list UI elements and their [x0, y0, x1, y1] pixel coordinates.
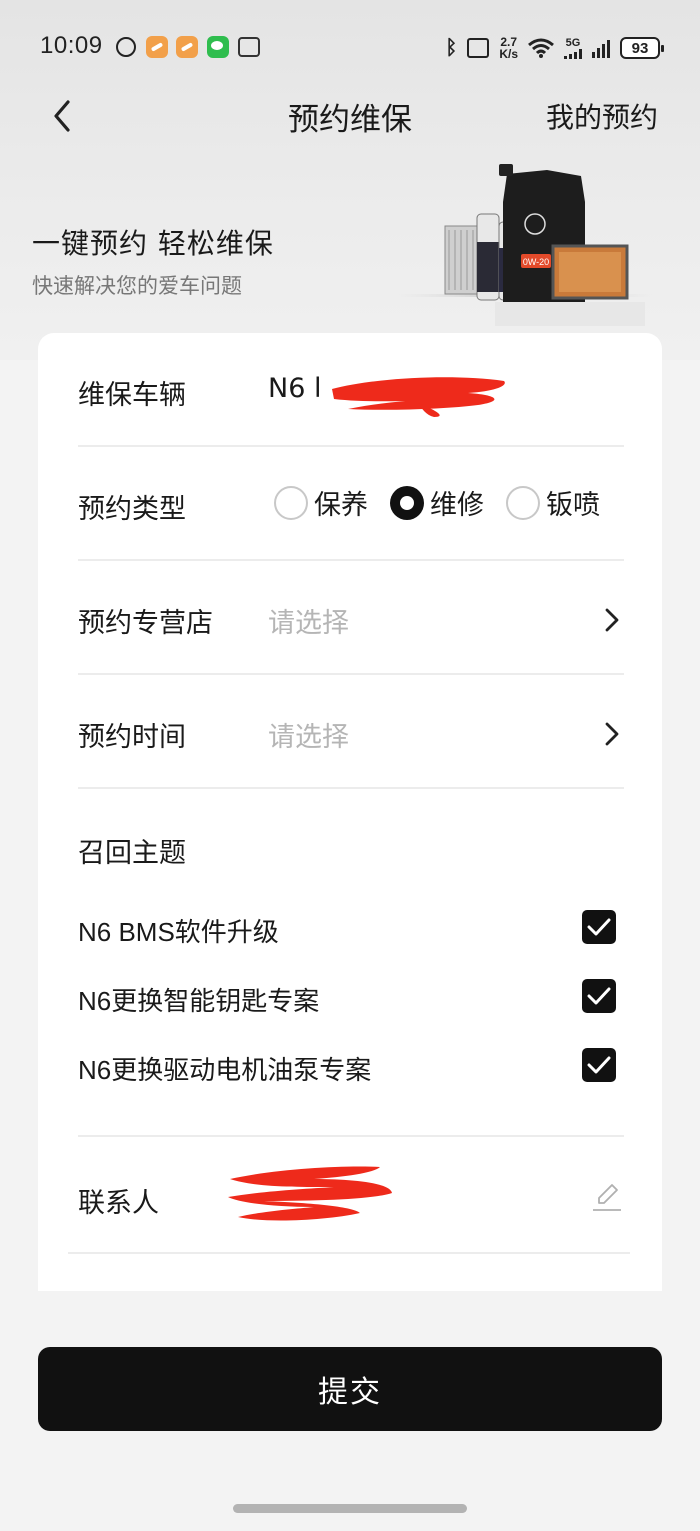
app-notification-icon — [146, 36, 168, 58]
hero-subtitle: 快速解决您的爱车问题 — [32, 274, 242, 298]
wifi-icon — [528, 38, 554, 58]
appointment-type-radio-group: 保养 维修 钣喷 — [274, 483, 622, 522]
radio-unchecked-icon — [506, 485, 540, 520]
contact-row[interactable]: 联系人 — [78, 1163, 624, 1223]
status-bar: 10:09 ᛒ 2.7 K/s 5G 93 — [0, 28, 700, 68]
vehicle-label: 维保车辆 — [78, 380, 186, 411]
radio-maintenance[interactable]: 保养 — [274, 483, 368, 522]
vibrate-icon — [467, 38, 490, 58]
vehicle-row[interactable]: 维保车辆 N6 l — [78, 333, 624, 447]
nav-header: 预约维保 我的预约 — [0, 90, 700, 142]
status-right-group: ᛒ 2.7 K/s 5G 93 — [445, 32, 664, 64]
recall-item: N6更换驱动电机油泵专案 — [78, 1048, 624, 1088]
hero-title: 一键预约 轻松维保 — [32, 227, 274, 260]
recall-title: 召回主题 — [78, 838, 186, 869]
divider — [78, 1135, 624, 1137]
network-speed: 2.7 K/s — [499, 36, 518, 60]
cellular-group: 5G — [564, 36, 582, 59]
appointment-type-row: 预约类型 保养 维修 钣喷 — [78, 447, 624, 561]
home-indicator[interactable] — [233, 1504, 467, 1513]
chevron-right-icon — [605, 722, 619, 746]
radio-repair[interactable]: 维修 — [390, 483, 484, 522]
radio-label: 保养 — [314, 490, 368, 521]
battery-indicator: 93 — [620, 37, 664, 59]
dealer-label: 预约专营店 — [78, 608, 213, 639]
maintenance-products-image: 0W-20 — [395, 164, 655, 326]
checkbox-checked[interactable] — [582, 979, 616, 1013]
signal-icon — [564, 48, 582, 59]
recall-item-label: N6 BMS软件升级 — [78, 917, 279, 947]
recall-item-label: N6更换智能钥匙专案 — [78, 986, 320, 1016]
recall-item: N6 BMS软件升级 — [78, 910, 624, 950]
radio-label: 维修 — [430, 490, 484, 521]
appointment-form-card: 维保车辆 N6 l 预约类型 保养 维修 钣喷 预约专营店 请选择 预约时间 请… — [38, 333, 662, 1291]
radio-sheet-metal-paint[interactable]: 钣喷 — [506, 483, 600, 522]
svg-text:0W-20: 0W-20 — [523, 257, 549, 267]
recall-item-label: N6更换驱动电机油泵专案 — [78, 1055, 372, 1085]
pencil-edit-icon[interactable] — [590, 1179, 624, 1213]
radio-checked-icon — [390, 485, 424, 520]
status-time: 10:09 — [40, 32, 103, 59]
check-icon — [587, 1056, 611, 1074]
battery-level: 93 — [631, 39, 649, 57]
redaction-mark — [228, 1166, 392, 1221]
radio-label: 钣喷 — [546, 490, 600, 521]
radio-unchecked-icon — [274, 485, 308, 520]
back-arrow-icon[interactable] — [48, 96, 78, 136]
contact-label: 联系人 — [78, 1188, 159, 1219]
check-icon — [587, 918, 611, 936]
vehicle-value: N6 l — [268, 373, 322, 404]
alarm-icon — [116, 37, 136, 57]
checkbox-checked[interactable] — [582, 910, 616, 944]
dealer-select-row[interactable]: 预约专营店 请选择 — [78, 561, 624, 675]
network-speed-unit: K/s — [499, 47, 518, 61]
bluetooth-icon: ᛒ — [445, 36, 458, 59]
app-notification-icon — [176, 36, 198, 58]
hand-icon — [238, 37, 260, 57]
recall-item: N6更换智能钥匙专案 — [78, 979, 624, 1019]
time-placeholder: 请选择 — [268, 722, 349, 753]
appointment-type-label: 预约类型 — [78, 494, 186, 525]
time-label: 预约时间 — [78, 722, 186, 753]
redaction-mark — [332, 377, 505, 417]
time-select-row[interactable]: 预约时间 请选择 — [78, 675, 624, 789]
network-type: 5G — [565, 36, 581, 49]
divider — [68, 1252, 630, 1254]
my-appointments-link[interactable]: 我的预约 — [546, 96, 658, 136]
checkbox-checked[interactable] — [582, 1048, 616, 1082]
check-icon — [587, 987, 611, 1005]
wechat-icon — [207, 36, 229, 58]
signal-bars-icon — [592, 38, 610, 58]
submit-button[interactable]: 提交 — [38, 1347, 662, 1431]
chevron-right-icon — [605, 608, 619, 632]
dealer-placeholder: 请选择 — [268, 608, 349, 639]
